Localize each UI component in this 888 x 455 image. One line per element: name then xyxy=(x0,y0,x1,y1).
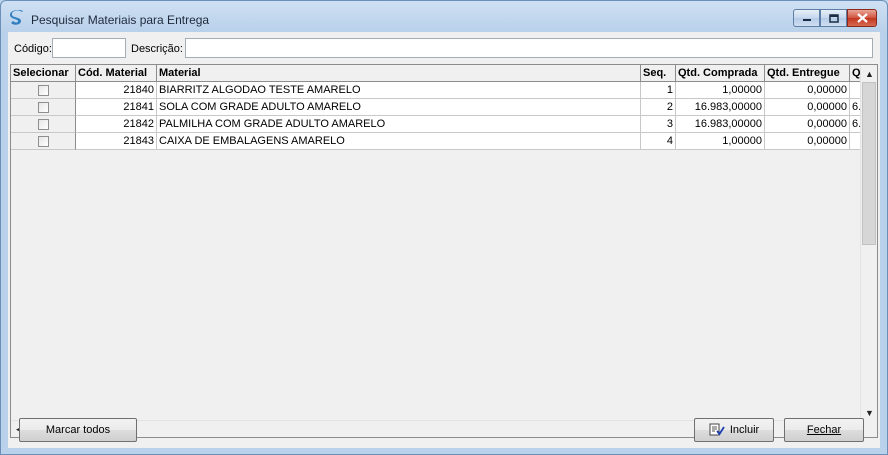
materials-grid: Selecionar Cód. Material Material Seq. Q… xyxy=(10,64,878,438)
minimize-button[interactable] xyxy=(793,9,820,27)
seq-cell: 2 xyxy=(641,99,676,116)
fechar-button[interactable]: Fechar xyxy=(784,418,864,442)
close-button[interactable] xyxy=(847,9,877,27)
select-cell[interactable] xyxy=(11,116,76,133)
maximize-button[interactable] xyxy=(820,9,847,27)
table-row[interactable]: 21841 SOLA COM GRADE ADULTO AMARELO 2 16… xyxy=(11,99,862,116)
select-checkbox[interactable] xyxy=(37,118,49,130)
vertical-scrollbar[interactable]: ▲ ▼ xyxy=(860,65,877,421)
document-check-icon xyxy=(709,423,725,437)
select-checkbox[interactable] xyxy=(37,101,49,113)
qtd-comprada-cell: 16.983,00000 xyxy=(676,99,765,116)
qtd-entregue-cell: 0,00000 xyxy=(765,116,850,133)
qtd-entregue-cell: 0,00000 xyxy=(765,99,850,116)
table-row[interactable]: 21842 PALMILHA COM GRADE ADULTO AMARELO … xyxy=(11,116,862,133)
select-cell[interactable] xyxy=(11,99,76,116)
qtd-comprada-cell: 1,00000 xyxy=(676,133,765,150)
qtd-comprada-cell: 1,00000 xyxy=(676,82,765,99)
app-logo-icon xyxy=(10,10,23,25)
vertical-scroll-thumb[interactable] xyxy=(862,82,876,245)
codigo-label: Código: xyxy=(14,43,52,55)
material-cell: SOLA COM GRADE ADULTO AMARELO xyxy=(157,99,641,116)
select-cell[interactable] xyxy=(11,133,76,150)
scroll-up-icon[interactable]: ▲ xyxy=(861,65,877,82)
marcar-todos-button[interactable]: Marcar todos xyxy=(19,418,137,442)
minimize-icon xyxy=(802,19,811,21)
select-cell[interactable] xyxy=(11,82,76,99)
window-controls xyxy=(793,9,877,29)
fechar-label: Fechar xyxy=(806,424,842,436)
qtd-comprada-cell: 16.983,00000 xyxy=(676,116,765,133)
column-header-material[interactable]: Material xyxy=(157,65,641,82)
select-checkbox[interactable] xyxy=(37,84,49,96)
dialog-window: Pesquisar Materiais para Entrega Código:… xyxy=(0,0,888,455)
seq-cell: 3 xyxy=(641,116,676,133)
codigo-cell: 21841 xyxy=(76,99,157,116)
qtd-entregue-cell: 0,00000 xyxy=(765,82,850,99)
title-bar[interactable]: Pesquisar Materiais para Entrega xyxy=(1,1,887,31)
column-header-codigo[interactable]: Cód. Material xyxy=(76,65,157,82)
column-header-selecionar[interactable]: Selecionar xyxy=(11,65,76,82)
incluir-label: Incluir xyxy=(729,424,760,436)
qtd-entregue-cell: 0,00000 xyxy=(765,133,850,150)
seq-cell: 1 xyxy=(641,82,676,99)
window-title: Pesquisar Materiais para Entrega xyxy=(31,13,210,27)
material-cell: BIARRITZ ALGODAO TESTE AMARELO xyxy=(157,82,641,99)
codigo-cell: 21843 xyxy=(76,133,157,150)
column-header-qtd-entregue[interactable]: Qtd. Entregue xyxy=(765,65,850,82)
material-cell: PALMILHA COM GRADE ADULTO AMARELO xyxy=(157,116,641,133)
column-header-qtd-comprada[interactable]: Qtd. Comprada xyxy=(676,65,765,82)
incluir-button[interactable]: Incluir xyxy=(694,418,774,442)
table-row[interactable]: 21843 CAIXA DE EMBALAGENS AMARELO 4 1,00… xyxy=(11,133,862,150)
marcar-todos-label: Marcar todos xyxy=(45,424,111,436)
codigo-cell: 21842 xyxy=(76,116,157,133)
dialog-client-area: Código: Descrição: Selecionar Cód. Mater… xyxy=(8,32,880,448)
column-header-seq[interactable]: Seq. xyxy=(641,65,676,82)
codigo-input[interactable] xyxy=(52,38,126,58)
codigo-cell: 21840 xyxy=(76,82,157,99)
material-cell: CAIXA DE EMBALAGENS AMARELO xyxy=(157,133,641,150)
descricao-input[interactable] xyxy=(185,38,873,58)
descricao-label: Descrição: xyxy=(131,43,183,55)
select-checkbox[interactable] xyxy=(37,135,49,147)
grid-header: Selecionar Cód. Material Material Seq. Q… xyxy=(11,65,862,82)
table-row[interactable]: 21840 BIARRITZ ALGODAO TESTE AMARELO 1 1… xyxy=(11,82,862,99)
maximize-icon xyxy=(828,13,839,23)
grid-rows: 21840 BIARRITZ ALGODAO TESTE AMARELO 1 1… xyxy=(11,82,862,150)
seq-cell: 4 xyxy=(641,133,676,150)
close-icon xyxy=(856,13,868,23)
